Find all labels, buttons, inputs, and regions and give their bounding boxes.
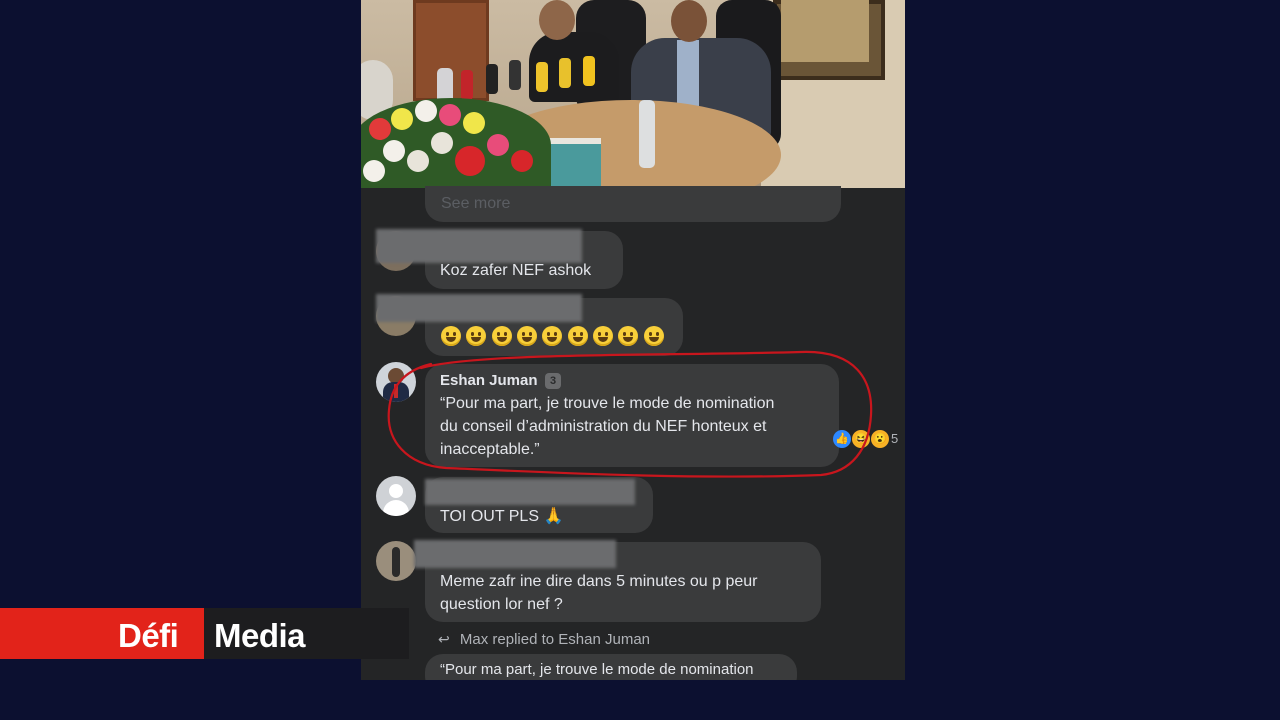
reply-indicator[interactable]: ↩ Max replied to Eshan Juman bbox=[438, 631, 650, 648]
smiley-icon bbox=[466, 326, 486, 346]
reply-preview-text: “Pour ma part, je trouve le mode de nomi… bbox=[440, 661, 754, 678]
smiley-icon bbox=[644, 326, 664, 346]
censored-name bbox=[425, 479, 635, 505]
smiley-icon bbox=[593, 326, 613, 346]
haha-reaction-icon: 😆 bbox=[852, 430, 870, 448]
comment-author[interactable]: Eshan Juman bbox=[440, 372, 538, 389]
logo-media: Media bbox=[214, 617, 306, 654]
smiley-icon bbox=[441, 326, 461, 346]
comment-text: Meme zafr ine dire dans 5 minutes ou p p… bbox=[440, 573, 758, 613]
reply-arrow-icon: ↩ bbox=[438, 631, 450, 647]
smiley-icon bbox=[542, 326, 562, 346]
avatar-eshan-juman[interactable] bbox=[376, 362, 416, 402]
reply-label: Max replied to Eshan Juman bbox=[459, 631, 651, 648]
comment-text: “Pour ma part, je trouve le mode de nomi… bbox=[440, 395, 775, 458]
top-fan-badge-icon: 3 bbox=[545, 373, 561, 389]
press-conference-photo bbox=[361, 0, 905, 188]
default-avatar-icon[interactable] bbox=[376, 476, 416, 516]
reaction-count: 5 bbox=[891, 431, 899, 446]
comment-text: TOI OUT PLS 🙏 bbox=[440, 508, 564, 525]
wow-reaction-icon: 😮 bbox=[871, 430, 889, 448]
censored-name bbox=[414, 540, 616, 568]
facebook-comments-screenshot: See more Koz zafer NEF ashok Eshan Juman… bbox=[361, 0, 905, 680]
censored-name bbox=[376, 229, 582, 263]
like-reaction-icon: 👍 bbox=[833, 430, 851, 448]
smiley-icon bbox=[517, 326, 537, 346]
censored-name bbox=[376, 294, 582, 322]
smiley-icon bbox=[618, 326, 638, 346]
avatar[interactable] bbox=[376, 541, 416, 581]
comment-text: Koz zafer NEF ashok bbox=[440, 262, 592, 279]
smiley-icon bbox=[492, 326, 512, 346]
logo-defi: Défi bbox=[118, 617, 179, 654]
see-more-link[interactable]: See more bbox=[441, 195, 510, 213]
smiley-icon bbox=[568, 326, 588, 346]
